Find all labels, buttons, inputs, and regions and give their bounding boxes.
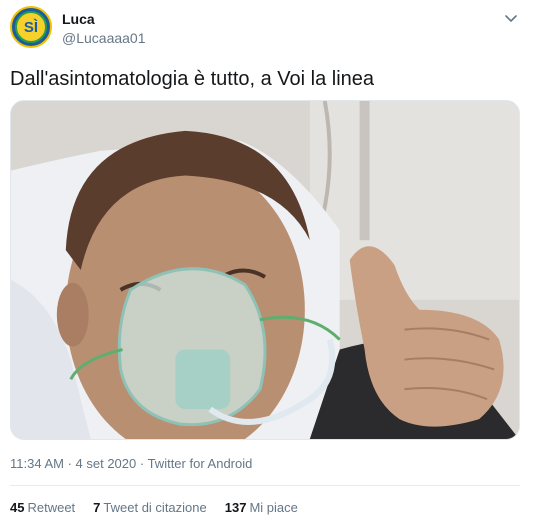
meta-separator: · (63, 456, 76, 471)
meta-separator: · (136, 456, 148, 471)
retweets-count: 45 (10, 500, 25, 515)
author-name[interactable]: Luca (62, 11, 95, 27)
retweets-label: Retweet (27, 500, 76, 515)
tweet-stats: 45 Retweet 7 Tweet di citazione 137 Mi piac… (10, 500, 298, 515)
quote-tweets-count: 7 (93, 500, 101, 515)
tweet-source[interactable]: Twitter for Android (148, 456, 253, 471)
quote-tweets-label: Tweet di citazione (103, 500, 207, 515)
chevron-down-icon[interactable] (503, 10, 519, 26)
tweet-time: 11:34 AM (10, 456, 64, 471)
likes-count: 137 (224, 500, 247, 515)
author-handle[interactable]: @Lucaaaa01 (62, 30, 146, 46)
tweet-text: Dall'asintomatologia è tutto, a Voi la l… (10, 68, 375, 90)
tweet-date: 4 set 2020 (75, 456, 137, 471)
likes-label: Mi piace (249, 500, 298, 515)
divider (10, 485, 520, 486)
retweets-stat[interactable]: 45 Retweet (10, 500, 75, 515)
tweet-photo[interactable] (10, 100, 520, 440)
avatar-logo: SÌ (15, 11, 47, 43)
quote-tweets-stat[interactable]: 7 Tweet di citazione (93, 500, 207, 515)
tweet-timestamp[interactable]: 11:34 AM · 4 set 2020 · Twitter for Andr… (10, 456, 252, 471)
tweet-card: SÌ Luca @Lucaaaa01 Dall'asintomatologia … (0, 0, 533, 526)
avatar[interactable]: SÌ (10, 6, 52, 48)
likes-stat[interactable]: 137 Mi piace (225, 500, 298, 515)
